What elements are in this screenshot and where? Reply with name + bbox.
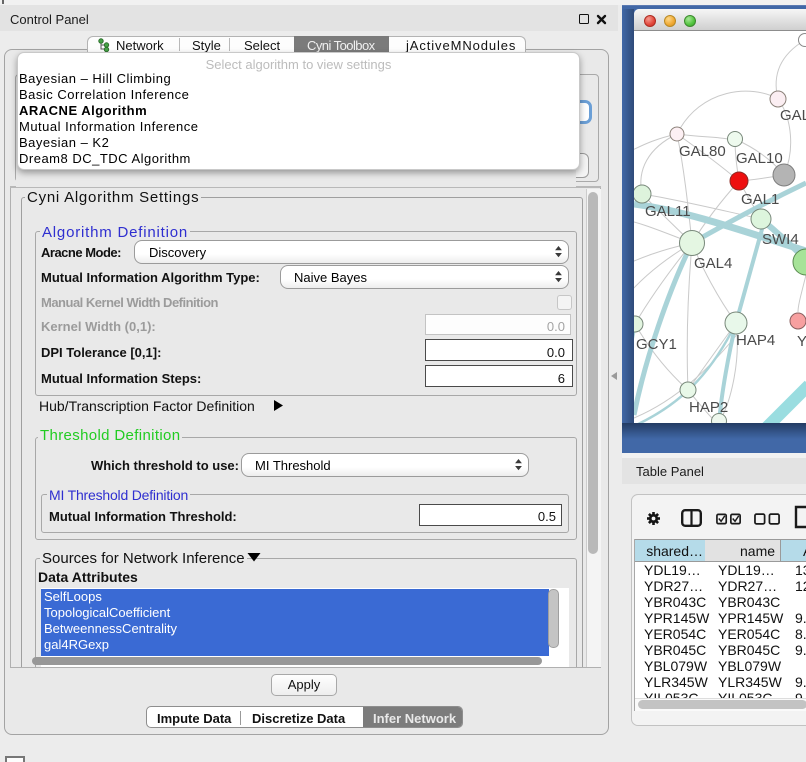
svg-text:GAL80: GAL80 xyxy=(679,143,726,160)
svg-text:GAL2: GAL2 xyxy=(780,107,806,124)
svg-text:GAL1: GAL1 xyxy=(741,191,779,208)
svg-text:HAP2: HAP2 xyxy=(689,399,728,416)
svg-text:SWI4: SWI4 xyxy=(762,231,799,248)
svg-text:GAL11: GAL11 xyxy=(645,203,691,220)
svg-text:YM: YM xyxy=(797,333,806,350)
svg-text:GCY1: GCY1 xyxy=(636,336,677,353)
svg-text:HAP4: HAP4 xyxy=(736,332,775,349)
svg-text:GAL10: GAL10 xyxy=(736,150,783,167)
svg-text:GAL4: GAL4 xyxy=(694,255,732,272)
